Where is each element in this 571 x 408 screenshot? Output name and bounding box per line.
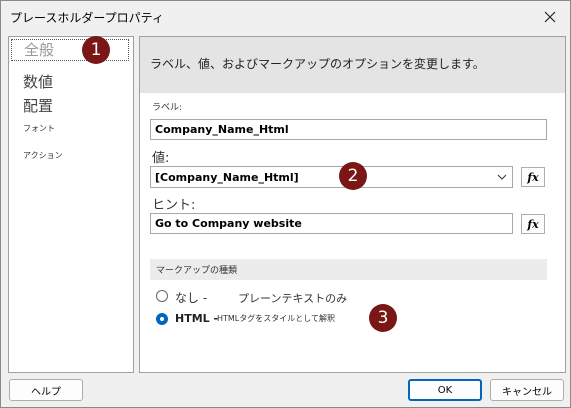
sidebar-item-number[interactable]: 数値 — [23, 71, 53, 92]
hint-caption: ヒント: — [152, 198, 196, 213]
sidebar-item-font[interactable]: フォント — [23, 123, 55, 134]
label-field-value: Company_Name_Html — [155, 123, 289, 136]
markup-html-radio[interactable] — [156, 313, 168, 325]
callout-marker-2: 2 — [339, 162, 367, 190]
markup-type-section-header: マークアップの種類 — [150, 259, 547, 280]
markup-html-label[interactable]: HTML - — [175, 312, 218, 325]
markup-html-description: HTMLタグをスタイルとして解釈 — [217, 314, 336, 323]
sidebar-item-action[interactable]: アクション — [23, 150, 63, 161]
close-button[interactable] — [538, 5, 562, 29]
title-bar: プレースホルダープロパティ — [1, 1, 570, 33]
general-panel: ラベル、値、およびマークアップのオプションを変更します。 ラベル: Compan… — [139, 36, 566, 373]
callout-marker-1: 1 — [82, 36, 110, 64]
help-button[interactable]: ヘルプ — [9, 379, 83, 401]
hint-field-value: Go to Company website — [155, 217, 302, 230]
category-sidebar: 全般 数値 配置 フォント アクション — [8, 36, 134, 373]
sidebar-item-general[interactable]: 全般 — [11, 39, 129, 61]
value-expression-button[interactable]: fx — [521, 167, 545, 187]
cancel-button[interactable]: キャンセル — [490, 379, 564, 401]
label-caption: ラベル: — [152, 103, 183, 113]
value-dropdown[interactable]: [Company_Name_Html] — [150, 166, 513, 188]
hint-expression-button[interactable]: fx — [521, 214, 545, 234]
close-icon — [544, 11, 556, 23]
ok-button-label: OK — [437, 384, 453, 396]
markup-none-label[interactable]: なし - — [175, 289, 207, 306]
label-field[interactable]: Company_Name_Html — [150, 119, 547, 140]
ok-button[interactable]: OK — [408, 379, 482, 401]
cancel-button-label: キャンセル — [502, 386, 552, 398]
panel-description: ラベル、値、およびマークアップのオプションを変更します。 — [150, 57, 485, 71]
markup-none-description: プレーンテキストのみ — [238, 292, 348, 305]
chevron-down-icon — [497, 174, 507, 180]
help-button-label: ヘルプ — [31, 386, 61, 398]
markup-none-radio[interactable] — [156, 290, 168, 302]
markup-type-heading: マークアップの種類 — [156, 266, 238, 276]
hint-field[interactable]: Go to Company website — [150, 213, 513, 234]
window-title: プレースホルダープロパティ — [10, 11, 164, 25]
value-caption: 値: — [152, 151, 170, 166]
placeholder-properties-dialog: プレースホルダープロパティ 全般 数値 配置 フォント アクション ラベル、値、… — [0, 0, 571, 408]
sidebar-item-alignment[interactable]: 配置 — [23, 95, 53, 116]
fx-icon: fx — [527, 217, 539, 231]
callout-marker-3: 3 — [369, 304, 397, 332]
fx-icon: fx — [527, 170, 539, 184]
value-dropdown-value: [Company_Name_Html] — [155, 170, 299, 184]
description-banner: ラベル、値、およびマークアップのオプションを変更します。 — [140, 37, 565, 93]
